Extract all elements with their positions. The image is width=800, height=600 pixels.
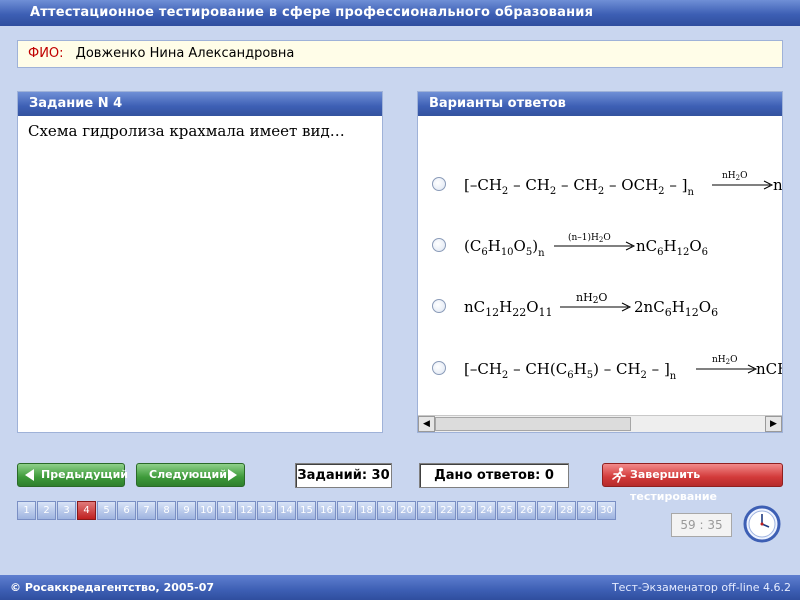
scroll-right-button[interactable]: ▶	[765, 416, 782, 432]
page-button-27[interactable]: 27	[537, 501, 556, 520]
svg-text:nH2O: nH2O	[712, 355, 738, 366]
question-panel: Задание N 4 Схема гидролиза крахмала име…	[17, 91, 383, 433]
fio-label: ФИО:	[28, 46, 64, 61]
arrow-right-icon	[228, 469, 237, 481]
page-button-4[interactable]: 4	[77, 501, 96, 520]
svg-text:nH2O: nH2O	[722, 171, 748, 182]
svg-text:2nC6H12O6: 2nC6H12O6	[634, 298, 718, 319]
formula-2-svg: (C6H10O5)n (n–1)H2O nC6H12O6	[464, 232, 708, 259]
answer-formula-4: [–CH2 – CH(C6H5) – CH2 – ]n nH2O nCH	[464, 352, 782, 386]
page-button-1[interactable]: 1	[17, 501, 36, 520]
svg-text:[–CH2 – CH(C6H5) – CH2 – ]n: [–CH2 – CH(C6H5) – CH2 – ]n	[464, 360, 677, 382]
answer-radio-1[interactable]	[432, 177, 446, 191]
tasks-count: Заданий: 30	[295, 463, 392, 488]
svg-text:nC12H22O11: nC12H22O11	[464, 298, 553, 319]
answers-given-count: Дано ответов: 0	[419, 463, 569, 488]
footer-version: Тест-Экзаменатор off-line 4.6.2	[611, 581, 791, 594]
page-button-14[interactable]: 14	[277, 501, 296, 520]
clock-icon	[743, 505, 781, 543]
page-button-6[interactable]: 6	[117, 501, 136, 520]
answer-option-1[interactable]: [–CH2 – CH2 – CH2 – OCH2 – ]n nH2O n	[432, 168, 782, 202]
page-button-7[interactable]: 7	[137, 501, 156, 520]
answer-formula-1: [–CH2 – CH2 – CH2 – OCH2 – ]n nH2O n	[464, 168, 782, 202]
fio-bar: ФИО: Довженко Нина Александровна	[17, 40, 783, 68]
finish-test-button[interactable]: Завершить тестирование	[602, 463, 783, 503]
answers-list: [–CH2 – CH2 – CH2 – OCH2 – ]n nH2O n (C6…	[418, 116, 782, 416]
page-button-18[interactable]: 18	[357, 501, 376, 520]
page-button-30[interactable]: 30	[597, 501, 616, 520]
question-text: Схема гидролиза крахмала имеет вид…	[28, 122, 345, 140]
answer-formula-3: nC12H22O11 nH2O 2nC6H12O6	[464, 290, 782, 324]
page-button-2[interactable]: 2	[37, 501, 56, 520]
page-button-25[interactable]: 25	[497, 501, 516, 520]
window-title: Аттестационное тестирование в сфере проф…	[0, 0, 800, 26]
page-button-22[interactable]: 22	[437, 501, 456, 520]
prev-button[interactable]: Предыдущий	[17, 463, 129, 487]
svg-text:nC6H12O6: nC6H12O6	[636, 237, 708, 258]
svg-text:nCH: nCH	[756, 360, 782, 378]
arrow-left-icon	[25, 469, 34, 481]
next-button[interactable]: Следующий	[136, 463, 245, 487]
formula-4-svg: [–CH2 – CH(C6H5) – CH2 – ]n nH2O nCH	[464, 355, 782, 382]
next-label: Следующий	[149, 468, 227, 481]
page-button-19[interactable]: 19	[377, 501, 396, 520]
fio-value: Довженко Нина Александровна	[75, 46, 295, 61]
page-button-16[interactable]: 16	[317, 501, 336, 520]
page-button-21[interactable]: 21	[417, 501, 436, 520]
page-button-11[interactable]: 11	[217, 501, 236, 520]
answer-formula-2: (C6H10O5)n (n–1)H2O nC6H12O6	[464, 229, 782, 263]
scroll-thumb[interactable]	[435, 417, 631, 431]
page-button-13[interactable]: 13	[257, 501, 276, 520]
answers-panel: Варианты ответов [–CH2 – CH2 – CH2 – OCH…	[417, 91, 783, 433]
page-button-9[interactable]: 9	[177, 501, 196, 520]
page-button-26[interactable]: 26	[517, 501, 536, 520]
page-button-17[interactable]: 17	[337, 501, 356, 520]
answer-radio-3[interactable]	[432, 299, 446, 313]
page-button-23[interactable]: 23	[457, 501, 476, 520]
prev-label: Предыдущий	[41, 468, 129, 481]
formula-1-svg: [–CH2 – CH2 – CH2 – OCH2 – ]n nH2O n	[464, 171, 782, 198]
finish-label: Завершить тестирование	[630, 468, 718, 503]
page-button-3[interactable]: 3	[57, 501, 76, 520]
page-button-15[interactable]: 15	[297, 501, 316, 520]
page-button-29[interactable]: 29	[577, 501, 596, 520]
formula-3-svg: nC12H22O11 nH2O 2nC6H12O6	[464, 291, 718, 319]
svg-text:(n–1)H2O: (n–1)H2O	[568, 232, 611, 244]
footer: © Росаккредагентство, 2005-07 Тест-Экзам…	[0, 575, 800, 600]
answers-hscrollbar[interactable]: ◀ ▶	[418, 415, 782, 432]
page-button-8[interactable]: 8	[157, 501, 176, 520]
answer-radio-2[interactable]	[432, 238, 446, 252]
svg-text:[–CH2 – CH2 – CH2 – OCH2 – ]n: [–CH2 – CH2 – CH2 – OCH2 – ]n	[464, 176, 694, 198]
answer-option-4[interactable]: [–CH2 – CH(C6H5) – CH2 – ]n nH2O nCH	[432, 352, 782, 386]
footer-copyright: © Росаккредагентство, 2005-07	[10, 581, 215, 594]
svg-text:nH2O: nH2O	[576, 291, 607, 306]
running-man-icon	[612, 467, 626, 483]
page-button-20[interactable]: 20	[397, 501, 416, 520]
timer: 59 : 35	[671, 513, 732, 537]
scroll-left-button[interactable]: ◀	[418, 416, 435, 432]
question-header: Задание N 4	[18, 92, 382, 116]
page-button-12[interactable]: 12	[237, 501, 256, 520]
svg-text:(C6H10O5)n: (C6H10O5)n	[464, 237, 545, 259]
page-button-10[interactable]: 10	[197, 501, 216, 520]
answer-option-2[interactable]: (C6H10O5)n (n–1)H2O nC6H12O6	[432, 229, 782, 263]
page-button-5[interactable]: 5	[97, 501, 116, 520]
page-navigator: 1 2 3 4 5 6 7 8 9 10 11 12 13 14 15 16 17 18 19 20 21 22 23 24 2…	[17, 501, 617, 520]
page-button-24[interactable]: 24	[477, 501, 496, 520]
page-button-28[interactable]: 28	[557, 501, 576, 520]
answers-header: Варианты ответов	[418, 92, 782, 116]
answer-radio-4[interactable]	[432, 361, 446, 375]
answer-option-3[interactable]: nC12H22O11 nH2O 2nC6H12O6	[432, 290, 782, 324]
svg-text:n: n	[773, 176, 782, 194]
